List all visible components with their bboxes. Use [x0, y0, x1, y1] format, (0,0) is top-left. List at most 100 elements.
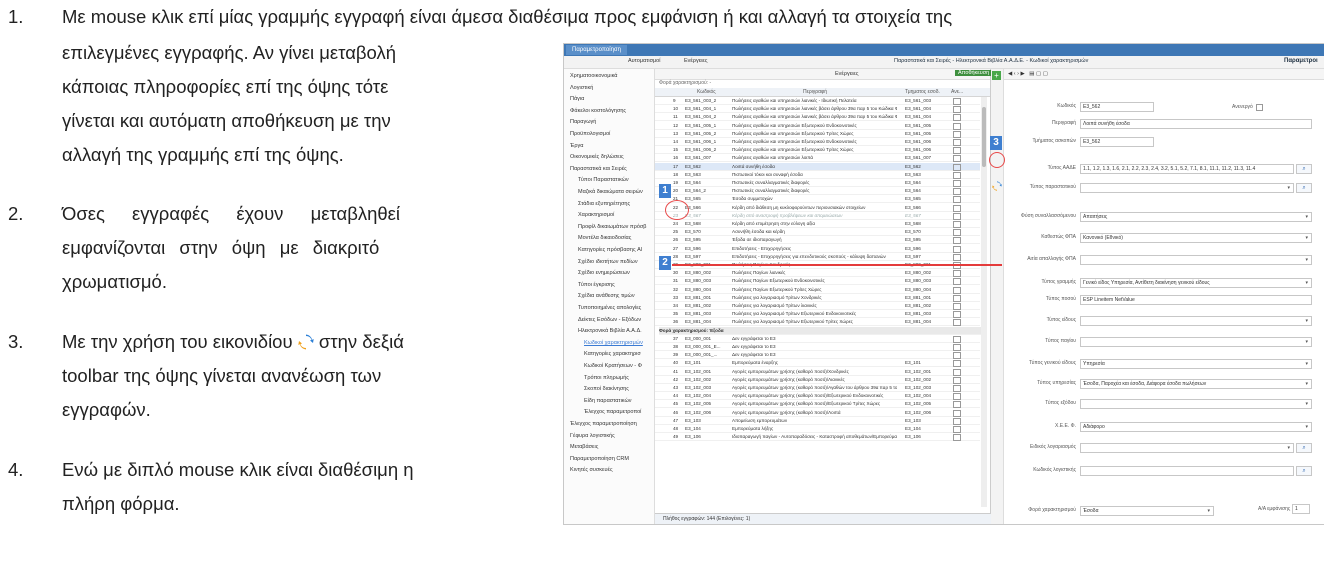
sidebar-item[interactable]: Κατηγορίες χαρακτηρισ	[584, 351, 641, 357]
row-checkbox[interactable]	[953, 180, 961, 187]
sidebar-item[interactable]: Φάκελοι κοστολόγησης	[570, 108, 626, 114]
row-checkbox[interactable]	[953, 270, 961, 278]
group-row[interactable]: Φορά χαρακτηρισμού: Έξοδα	[659, 326, 984, 335]
table-row[interactable]: 28 E3_597 Επιδοτήσεις - Επιχορηγήσεις για …	[655, 253, 980, 261]
sidebar-item[interactable]: Σκοποί διακίνησης	[584, 386, 629, 392]
sidebar-item[interactable]: Γέφυρα λογιστικής	[570, 433, 615, 439]
row-checkbox[interactable]	[953, 352, 961, 360]
save-button[interactable]: Αποθήκευση	[955, 70, 993, 76]
sidebar-item[interactable]: Μοντέλα δικαιοδοσίας	[578, 235, 631, 241]
row-checkbox[interactable]	[953, 426, 961, 433]
row-checkbox[interactable]	[953, 171, 961, 179]
row-checkbox[interactable]	[953, 196, 961, 204]
row-checkbox[interactable]	[953, 130, 961, 138]
table-row[interactable]: 23 E3_567 Κέρδη από αναστροφή προβλέψεων κ…	[655, 212, 980, 220]
sidebar-item[interactable]: Τύποι Παραστατικών	[578, 177, 629, 183]
row-checkbox[interactable]	[953, 163, 961, 171]
form-field[interactable]: 1.1, 1.2, 1.3, 1.6, 2.1, 2.2, 2.3, 2.4, …	[1080, 164, 1294, 174]
sidebar-item[interactable]: Χρηματοοικονομικά	[570, 73, 617, 79]
form-field[interactable]: ESP Lineitem NetValue	[1080, 295, 1312, 305]
column-header[interactable]: Περιγραφή	[803, 89, 827, 95]
table-row[interactable]: 22 E3_566 Κέρδη από διάθεση μη κυκλοφορούν…	[655, 204, 980, 212]
lookup-icon[interactable]: ⌕	[1296, 466, 1312, 476]
grid-actions[interactable]: Ενέργειες	[835, 71, 859, 77]
row-checkbox[interactable]	[953, 294, 961, 302]
table-row[interactable]: 37 E3_000_001 Δεν εγγράφεται το Ε3	[655, 335, 980, 343]
form-field[interactable]	[1080, 466, 1294, 476]
row-checkbox[interactable]	[953, 98, 961, 105]
table-row[interactable]: 33 E3_881_001 Πωλήσεις για λογαριασμό Τρίτ…	[655, 294, 980, 302]
column-header[interactable]: Κωδικός	[697, 89, 716, 95]
table-row[interactable]: 39 E3_000_001_... Δεν εγγράφεται το Ε3	[655, 351, 980, 360]
table-row[interactable]: 40 E3_101 Εμπορεύματα έναρξης E3_101	[655, 359, 980, 368]
table-row[interactable]: 48 E3_104 Εμπορεύματα λήξης E3_104	[655, 425, 980, 433]
table-row[interactable]: 46 E3_102_006 Αγορές εμπορευμάτων χρήσης (…	[655, 409, 980, 417]
table-row[interactable]: 44 E3_102_004 Αγορές εμπορευμάτων χρήσης (…	[655, 392, 980, 401]
form-field[interactable]: Γενικό είδος Υπηρεσία, Αντίθετη διακίνησ…	[1080, 278, 1312, 288]
row-checkbox[interactable]	[953, 344, 961, 351]
sidebar-item[interactable]: Μεταβάσεις	[570, 444, 598, 450]
table-row[interactable]: 38 E3_000_001_E... Δεν εγγράφεται το Ε3	[655, 343, 980, 351]
sidebar-item[interactable]: Είδη παραστατικών	[584, 398, 632, 404]
table-row[interactable]: 17 E3_562 Λοιπά συνήθη έσοδα E3_562	[655, 162, 980, 171]
row-checkbox[interactable]	[953, 106, 961, 114]
form-field[interactable]: E3_562	[1080, 102, 1154, 112]
table-row[interactable]: 21 E3_565 Έσοδα συμμετοχών E3_565	[655, 195, 980, 204]
table-row[interactable]: 26 E3_595 Έξοδα σε ιδιοπαραγωγή E3_595	[655, 236, 980, 245]
table-row[interactable]: 34 E3_881_002 Πωλήσεις για λογαριασμό Τρίτ…	[655, 302, 980, 310]
row-checkbox[interactable]	[953, 401, 961, 409]
form-field[interactable]: Λοιπά συνήθη έσοδα	[1080, 119, 1312, 129]
form-field[interactable]	[1080, 337, 1312, 347]
sidebar-item[interactable]: Κωδικοί Κρατήσεων - Φ	[584, 363, 642, 369]
form-field[interactable]	[1080, 443, 1294, 453]
row-checkbox[interactable]	[953, 376, 961, 384]
row-checkbox[interactable]	[953, 360, 961, 368]
table-row[interactable]: 11 E3_561_004_2 Πωλήσεις αγαθών και υπηρεσ…	[655, 113, 980, 122]
row-checkbox[interactable]	[953, 335, 961, 343]
form-field[interactable]: Αδιάφορο	[1080, 422, 1312, 432]
sidebar-item[interactable]: Λογιστική	[570, 85, 593, 91]
row-checkbox[interactable]	[953, 221, 961, 228]
table-row[interactable]: 47 E3_103 Απομείωση εμπορευμάτων E3_103	[655, 417, 980, 425]
form-field[interactable]: Έσοδα, Παροχέα και έσοδα, Διάφορα έσοδα …	[1080, 379, 1312, 389]
sidebar-item[interactable]: Κατηγορίες πρόσβασης Al	[578, 247, 642, 253]
form-field[interactable]	[1080, 255, 1312, 265]
sidebar-item[interactable]: Ηλεκτρονικά Βιβλία Α.Α.Δ.	[578, 328, 642, 334]
table-row[interactable]: 42 E3_102_002 Αγορές εμπορευμάτων χρήσης (…	[655, 376, 980, 384]
row-checkbox[interactable]	[953, 434, 961, 442]
row-checkbox[interactable]	[953, 303, 961, 310]
table-row[interactable]: 25 E3_570 Ασυνήθη έσοδα και κέρδη E3_570	[655, 228, 980, 237]
row-checkbox[interactable]	[953, 139, 961, 146]
toolbar-actions[interactable]: Ενέργειες	[684, 58, 708, 64]
row-checkbox[interactable]	[953, 409, 961, 417]
table-row[interactable]: 13 E3_561_005_2 Πωλήσεις αγαθών και υπηρεσ…	[655, 130, 980, 138]
table-row[interactable]: 20 E3_564_2 Πιστωτικές συναλλαγματικές δια…	[655, 187, 980, 196]
row-checkbox[interactable]	[953, 393, 961, 401]
row-checkbox[interactable]	[953, 319, 961, 327]
tab-parametrization[interactable]: Παραμετροποίηση	[566, 45, 627, 55]
sidebar-item[interactable]: Τυποποιημένες απολογίες	[578, 305, 641, 311]
table-row[interactable]: 49 E3_106 Ιδιοπαραγωγή παγίων - Αυτοπαραδό…	[655, 433, 980, 442]
row-checkbox[interactable]	[953, 229, 961, 237]
table-row[interactable]: 45 E3_102_005 Αγορές εμπορευμάτων χρήσης (…	[655, 400, 980, 409]
row-checkbox[interactable]	[953, 245, 961, 253]
sidebar-item[interactable]: Παραγωγή	[570, 119, 596, 125]
form-field[interactable]	[1080, 316, 1312, 326]
sidebar-item[interactable]: Χαρακτηρισμοί	[578, 212, 614, 218]
inactive-checkbox[interactable]	[1256, 104, 1263, 111]
form-field[interactable]	[1080, 399, 1312, 409]
sidebar-item[interactable]: Σχέδιο ιδιοτήτων πεδίων	[578, 259, 638, 265]
sidebar-item[interactable]: Οικονομικές δηλώσεις	[570, 154, 624, 160]
scrollbar[interactable]	[981, 97, 987, 507]
form-field[interactable]: Υπηρεσία	[1080, 359, 1312, 369]
row-checkbox[interactable]	[953, 385, 961, 392]
row-checkbox[interactable]	[953, 278, 961, 286]
row-checkbox[interactable]	[953, 114, 961, 122]
table-row[interactable]: 36 E3_881_004 Πωλήσεις για λογαριασμό Τρίτ…	[655, 318, 980, 327]
row-checkbox[interactable]	[953, 212, 961, 220]
table-row[interactable]: 24 E3_568 Κέρδη από επιμέτρηση στην εύλογη…	[655, 220, 980, 228]
row-checkbox[interactable]	[953, 368, 961, 376]
table-row[interactable]: 32 E3_880_004 Πωλήσεις Παγίων Εξωτερικού Τ…	[655, 286, 980, 294]
row-checkbox[interactable]	[953, 122, 961, 130]
sidebar-item[interactable]: Έλεγχος παραμετροποί	[584, 409, 641, 415]
